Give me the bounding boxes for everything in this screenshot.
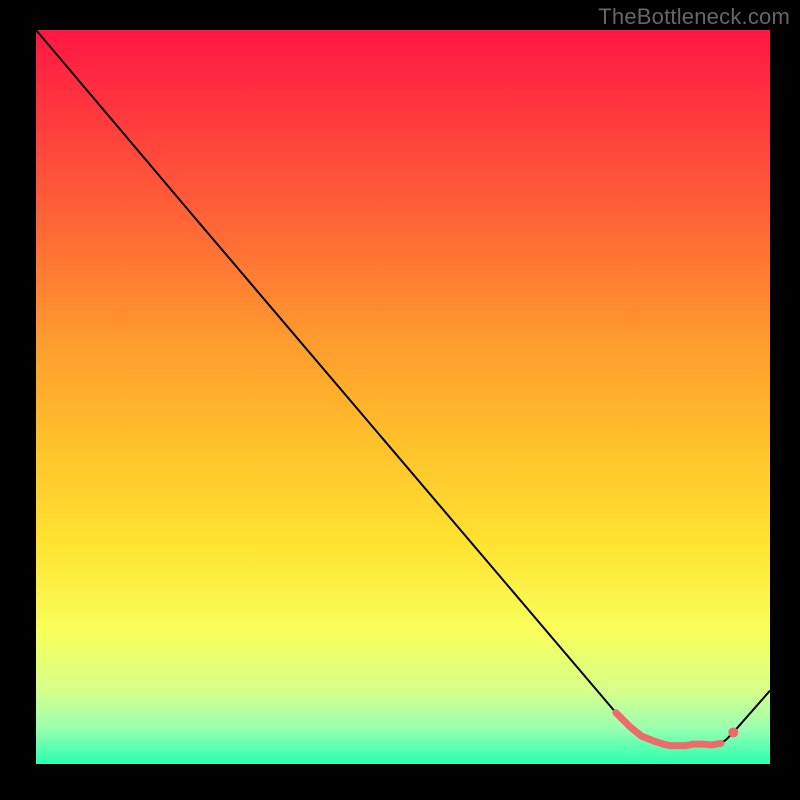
chart-svg	[36, 30, 770, 764]
plot-area	[36, 30, 770, 764]
highlight-dot	[728, 727, 738, 737]
gradient-background	[36, 30, 770, 764]
chart-container: TheBottleneck.com	[0, 0, 800, 800]
attribution-text: TheBottleneck.com	[598, 4, 790, 30]
